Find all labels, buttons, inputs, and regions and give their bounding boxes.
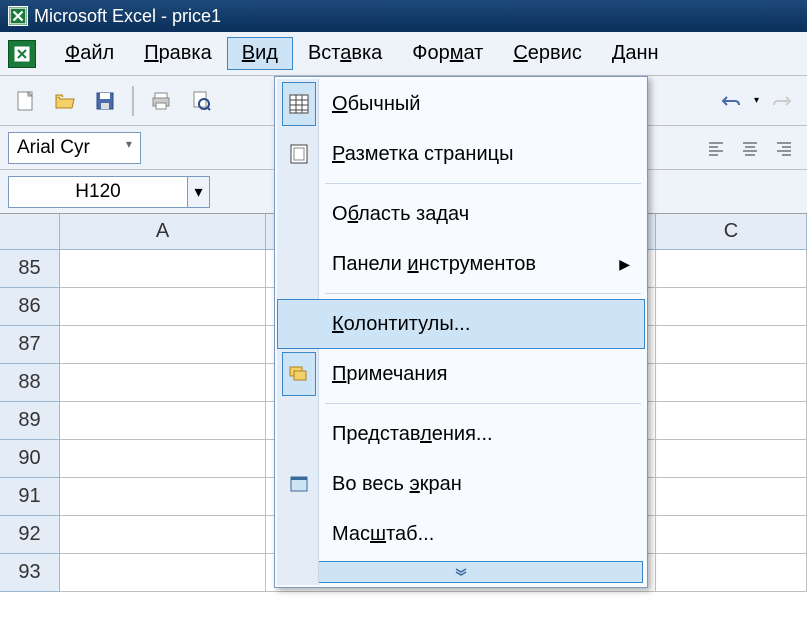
print-button[interactable] — [144, 84, 178, 118]
view-fullscreen[interactable]: Во весь экран — [277, 459, 645, 509]
row-header[interactable]: 88 — [0, 364, 60, 402]
menu-view[interactable]: Вид — [227, 37, 293, 70]
align-left-button[interactable] — [701, 133, 731, 163]
row-header[interactable]: 87 — [0, 326, 60, 364]
normal-view-icon — [282, 82, 316, 126]
print-preview-button[interactable] — [184, 84, 218, 118]
name-box-dropdown[interactable]: ▾ — [188, 176, 210, 208]
cell[interactable] — [60, 554, 266, 592]
cell[interactable] — [656, 402, 807, 440]
row-header[interactable]: 90 — [0, 440, 60, 478]
row-header[interactable]: 93 — [0, 554, 60, 592]
open-button[interactable] — [48, 84, 82, 118]
cell[interactable] — [656, 326, 807, 364]
view-normal[interactable]: Обычный — [277, 79, 645, 129]
cell[interactable] — [656, 288, 807, 326]
view-zoom[interactable]: Масштаб... — [277, 509, 645, 559]
column-header-a[interactable]: A — [60, 214, 266, 249]
menu-format[interactable]: Формат — [397, 37, 498, 70]
excel-app-icon — [8, 6, 28, 26]
title-bar: Microsoft Excel - price1 — [0, 0, 807, 32]
menu-insert[interactable]: Вставка — [293, 37, 397, 70]
cell[interactable] — [656, 250, 807, 288]
column-header-c[interactable]: C — [656, 214, 807, 249]
view-headers-footers[interactable]: Колонтитулы... — [277, 299, 645, 349]
row-header[interactable]: 89 — [0, 402, 60, 440]
fullscreen-icon — [284, 469, 314, 499]
cell[interactable] — [60, 402, 266, 440]
cell[interactable] — [656, 516, 807, 554]
row-header[interactable]: 86 — [0, 288, 60, 326]
cell[interactable] — [656, 478, 807, 516]
view-menu-dropdown: Обычный Разметка страницы Область задач … — [274, 76, 648, 588]
align-center-button[interactable] — [735, 133, 765, 163]
redo-button[interactable] — [765, 84, 799, 118]
save-button[interactable] — [88, 84, 122, 118]
view-comments[interactable]: Примечания — [277, 349, 645, 399]
align-right-button[interactable] — [769, 133, 799, 163]
name-box[interactable]: H120 — [8, 176, 188, 208]
menu-file[interactable]: Файл — [50, 37, 129, 70]
row-header[interactable]: 91 — [0, 478, 60, 516]
row-header[interactable]: 92 — [0, 516, 60, 554]
menu-tools[interactable]: Сервис — [498, 37, 597, 70]
undo-dropdown[interactable]: ▾ — [754, 95, 759, 106]
cell[interactable] — [60, 478, 266, 516]
cell[interactable] — [656, 364, 807, 402]
title-text: Microsoft Excel - price1 — [34, 6, 221, 27]
cell[interactable] — [656, 440, 807, 478]
menu-data[interactable]: Данн — [597, 37, 674, 70]
view-page-layout[interactable]: Разметка страницы — [277, 129, 645, 179]
cell[interactable] — [60, 440, 266, 478]
select-all-corner[interactable] — [0, 214, 60, 249]
cell[interactable] — [656, 554, 807, 592]
cell[interactable] — [60, 250, 266, 288]
view-task-pane[interactable]: Область задач — [277, 189, 645, 239]
menu-expand-chevron[interactable] — [279, 561, 643, 583]
excel-doc-icon[interactable] — [8, 40, 36, 68]
view-toolbars[interactable]: Панели инструментов ▶ — [277, 239, 645, 289]
cell[interactable] — [60, 364, 266, 402]
view-custom-views[interactable]: Представления... — [277, 409, 645, 459]
new-button[interactable] — [8, 84, 42, 118]
menu-bar: Файл Правка Вид Вставка Формат Сервис Да… — [0, 32, 807, 76]
undo-button[interactable] — [714, 84, 748, 118]
menu-edit[interactable]: Правка — [129, 37, 227, 70]
row-header[interactable]: 85 — [0, 250, 60, 288]
page-layout-icon — [284, 139, 314, 169]
cell[interactable] — [60, 326, 266, 364]
submenu-arrow-icon: ▶ — [619, 256, 630, 273]
comments-icon — [282, 352, 316, 396]
font-name-selector[interactable]: Arial Cyr — [8, 132, 141, 164]
cell[interactable] — [60, 516, 266, 554]
cell[interactable] — [60, 288, 266, 326]
